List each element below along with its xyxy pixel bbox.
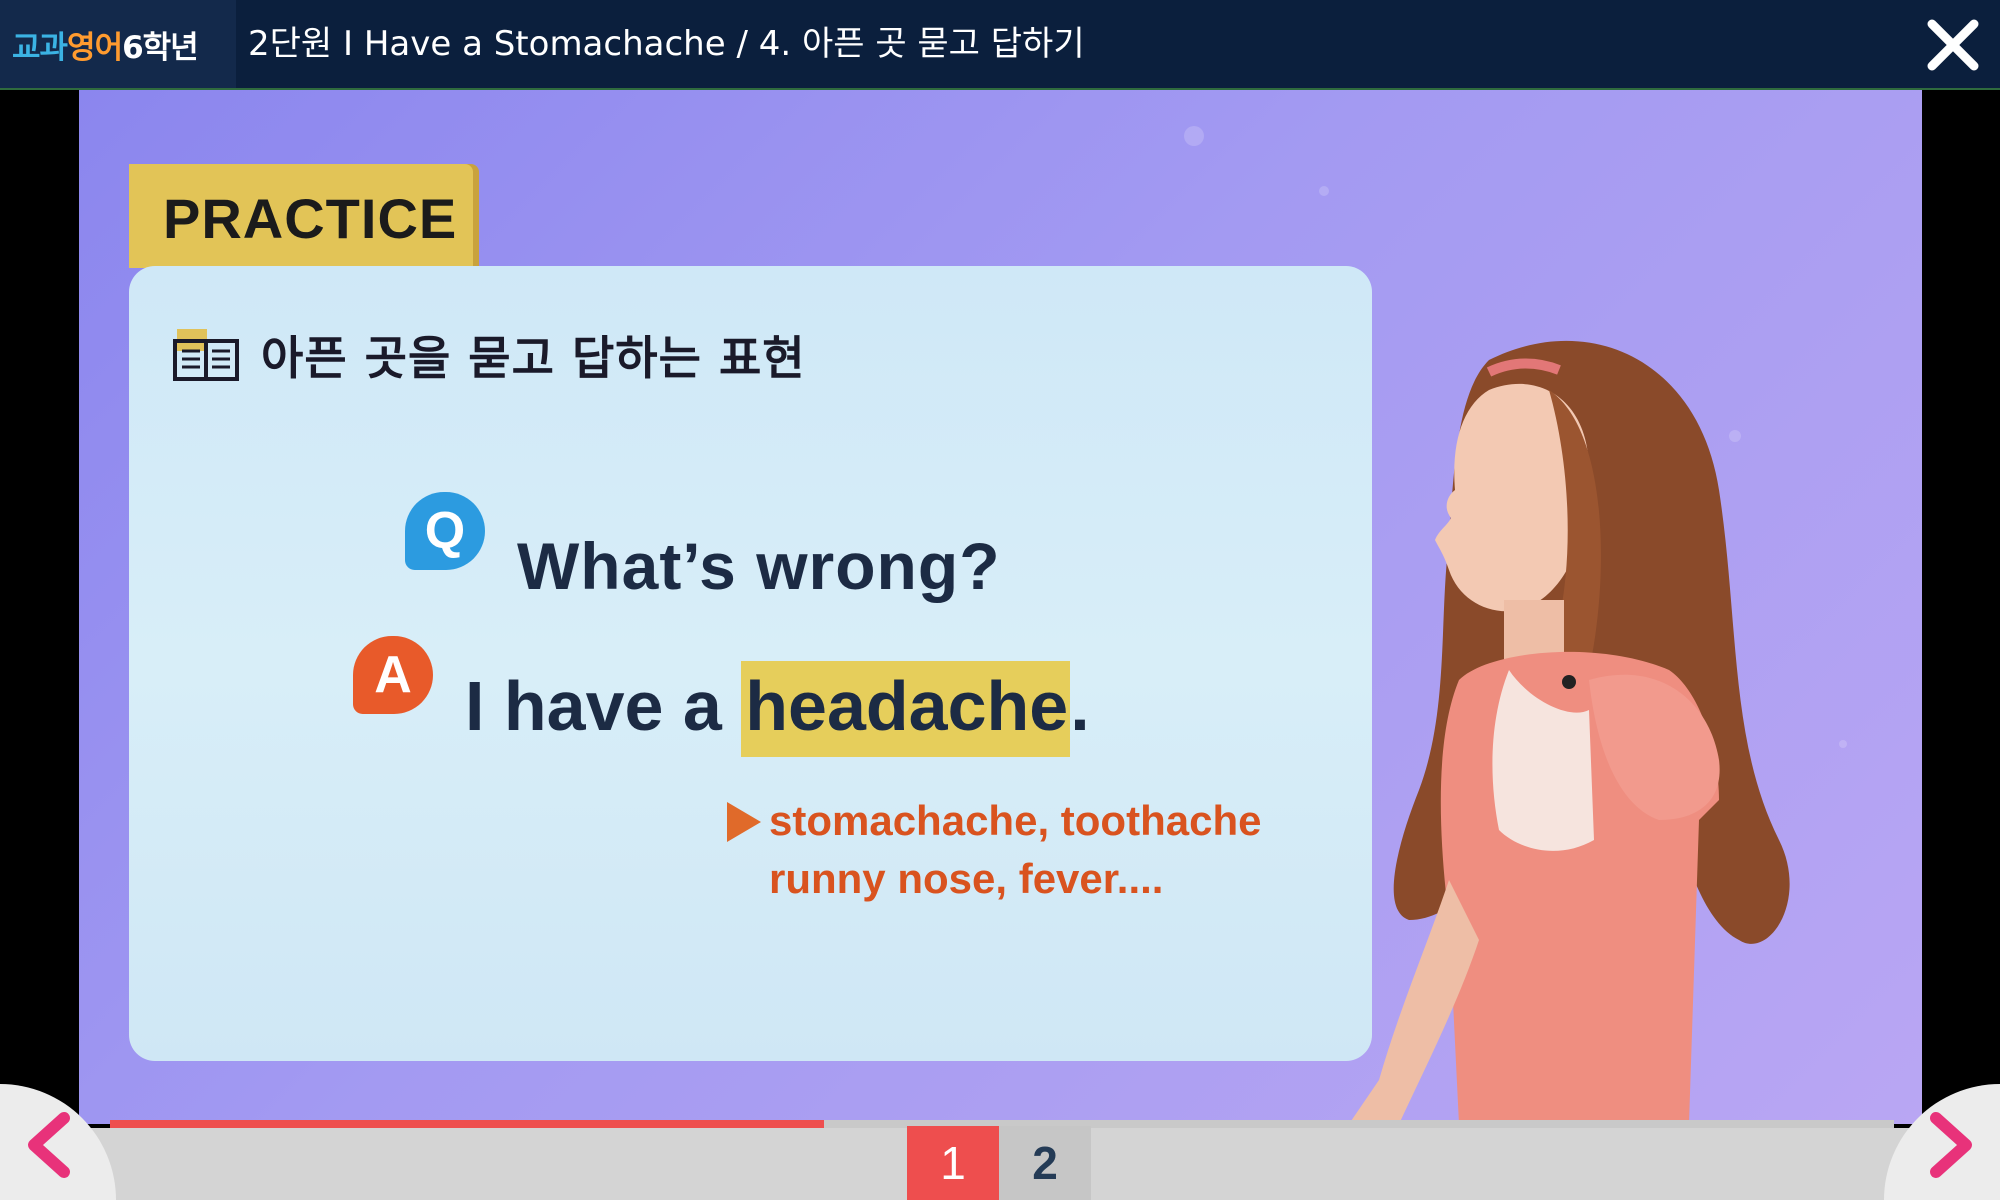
hint-line: stomachache, toothache — [769, 797, 1262, 844]
answer-badge: A — [353, 636, 433, 714]
answer-prefix: I have a — [465, 667, 742, 745]
video-player[interactable]: PRACTICE 아픈 곳을 묻고 답하는 표현 Q What’s wrong?… — [79, 90, 1922, 1124]
close-icon — [1927, 19, 1979, 71]
answer-highlight: headache — [741, 661, 1071, 757]
lesson-title: 2단원 I Have a Stomachache / 4. 아픈 곳 묻고 답하… — [248, 24, 1085, 64]
play-triangle-icon — [727, 802, 761, 842]
answer-text: I have a headache. — [465, 661, 1090, 757]
answer-suffix: . — [1070, 667, 1090, 745]
brand-logo: 교과 영어 6학년 — [0, 0, 236, 88]
page-1-button[interactable]: 1 — [907, 1126, 999, 1200]
question-text: What’s wrong? — [517, 529, 1001, 603]
top-bar: 교과 영어 6학년 2단원 I Have a Stomachache / 4. … — [0, 0, 2000, 90]
brand-part: 6학년 — [122, 29, 199, 66]
practice-tab: PRACTICE — [129, 164, 473, 268]
close-button[interactable] — [1924, 16, 1982, 74]
question-badge: Q — [405, 492, 485, 570]
brand-part: 교과 — [12, 29, 68, 66]
practice-label: PRACTICE — [163, 187, 458, 250]
chevron-right-icon — [1930, 1112, 1972, 1178]
progress-fill — [110, 1120, 824, 1128]
chevron-left-icon — [28, 1112, 70, 1178]
board-title: 아픈 곳을 묻고 답하는 표현 — [261, 331, 806, 385]
hint-line: runny nose, fever.... — [769, 855, 1164, 902]
brand-part: 영어 — [67, 29, 123, 66]
book-icon — [173, 329, 239, 381]
page-2-button[interactable]: 2 — [999, 1126, 1091, 1200]
lesson-board: 아픈 곳을 묻고 답하는 표현 Q What’s wrong? A I have… — [129, 266, 1372, 1061]
board-heading: 아픈 곳을 묻고 답하는 표현 — [173, 322, 806, 388]
hint-text: stomachache, toothache runny nose, fever… — [769, 792, 1261, 908]
teacher-figure — [1349, 340, 1790, 1124]
